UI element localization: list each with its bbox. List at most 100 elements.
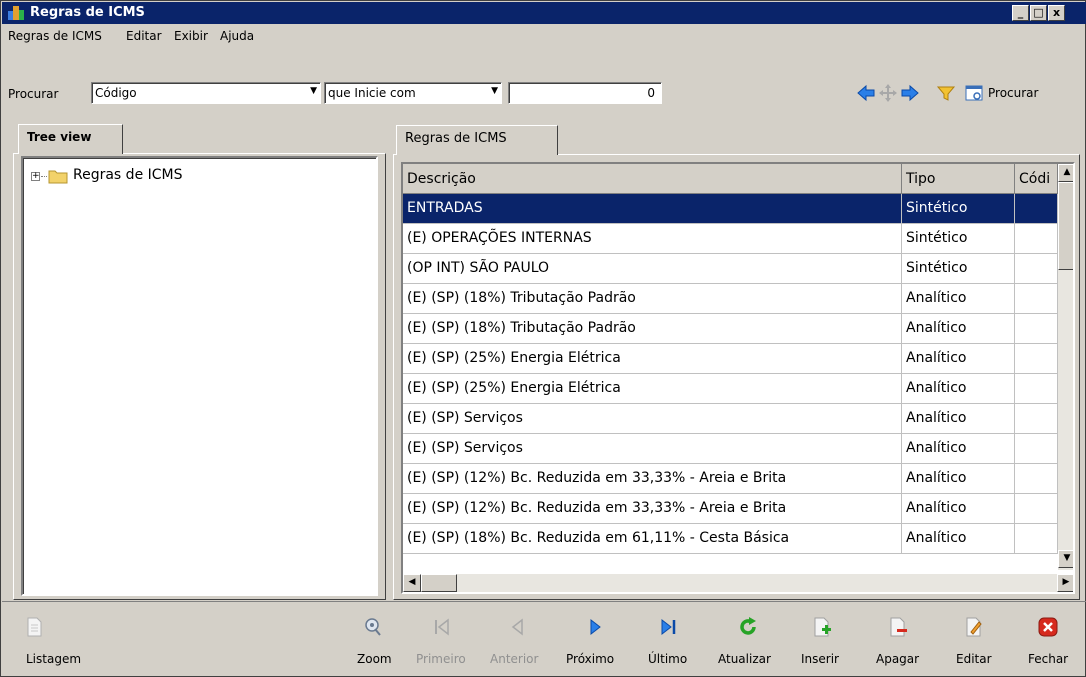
cell-tipo[interactable]: Analítico bbox=[902, 494, 1015, 524]
cell-descricao[interactable]: (E) OPERAÇÕES INTERNAS bbox=[403, 224, 902, 254]
column-header-tipo[interactable]: Tipo bbox=[902, 164, 1015, 194]
table-row[interactable]: (E) (SP) (25%) Energia Elétrica Analítico bbox=[403, 374, 1058, 404]
next-record-icon bbox=[590, 618, 601, 636]
search-window-icon[interactable] bbox=[964, 83, 984, 103]
cell-descricao[interactable]: (E) (SP) (18%) Tributação Padrão bbox=[403, 284, 902, 314]
arrow-right-icon[interactable] bbox=[900, 83, 920, 103]
inserir-button[interactable]: Inserir bbox=[794, 616, 850, 672]
table-row[interactable]: (E) (SP) (18%) Tributação Padrão Analític… bbox=[403, 284, 1058, 314]
primeiro-label: Primeiro bbox=[416, 652, 466, 666]
scroll-left-button[interactable]: ◀ bbox=[403, 574, 421, 592]
menu-ajuda[interactable]: Ajuda bbox=[220, 29, 254, 43]
scroll-thumb[interactable] bbox=[1058, 182, 1073, 270]
atualizar-button[interactable]: Atualizar bbox=[712, 616, 784, 672]
tree-expander[interactable]: + bbox=[31, 172, 40, 181]
editar-button[interactable]: Editar bbox=[946, 616, 1002, 672]
cell-descricao[interactable]: (E) (SP) (18%) Bc. Reduzida em 61,11% - … bbox=[403, 524, 902, 554]
menu-exibir[interactable]: Exibir bbox=[174, 29, 208, 43]
listagem-button[interactable]: Listagem bbox=[6, 616, 86, 672]
cell-descricao[interactable]: (E) (SP) (25%) Energia Elétrica bbox=[403, 344, 902, 374]
proximo-button[interactable]: Próximo bbox=[562, 616, 628, 672]
tab-tree-view[interactable]: Tree view bbox=[18, 124, 123, 154]
tree-node-label[interactable]: Regras de ICMS bbox=[73, 167, 183, 183]
scroll-up-button[interactable]: ▲ bbox=[1058, 164, 1073, 182]
cell-tipo[interactable]: Analítico bbox=[902, 404, 1015, 434]
close-window-button[interactable]: x bbox=[1048, 5, 1065, 21]
move-cross-icon[interactable] bbox=[878, 83, 898, 103]
vertical-scrollbar[interactable]: ▲ ▼ bbox=[1058, 164, 1073, 570]
cell-codigo[interactable] bbox=[1015, 494, 1058, 524]
cell-codigo[interactable] bbox=[1015, 374, 1058, 404]
tree-view[interactable]: + Regras de ICMS bbox=[21, 156, 378, 596]
anterior-button[interactable]: Anterior bbox=[486, 616, 550, 672]
primeiro-button[interactable]: Primeiro bbox=[412, 616, 472, 672]
cell-tipo[interactable]: Analítico bbox=[902, 374, 1015, 404]
cell-descricao[interactable]: (E) (SP) (18%) Tributação Padrão bbox=[403, 314, 902, 344]
menu-editar[interactable]: Editar bbox=[126, 29, 162, 43]
table-row[interactable]: (E) (SP) (12%) Bc. Reduzida em 33,33% - … bbox=[403, 494, 1058, 524]
scroll-down-button[interactable]: ▼ bbox=[1058, 550, 1073, 568]
column-header-descricao[interactable]: Descrição bbox=[403, 164, 902, 194]
cell-codigo[interactable] bbox=[1015, 524, 1058, 554]
cell-codigo[interactable] bbox=[1015, 344, 1058, 374]
menu-regras-de-icms[interactable]: Regras de ICMS bbox=[8, 29, 102, 43]
ultimo-button[interactable]: Último bbox=[642, 616, 694, 672]
fechar-button[interactable]: Fechar bbox=[1020, 616, 1076, 672]
table-row[interactable]: (E) (SP) (18%) Bc. Reduzida em 61,11% - … bbox=[403, 524, 1058, 554]
search-field-select[interactable]: Código ▼ bbox=[91, 82, 321, 104]
cell-tipo[interactable]: Analítico bbox=[902, 524, 1015, 554]
maximize-button[interactable]: □ bbox=[1030, 5, 1047, 21]
cell-codigo[interactable] bbox=[1015, 404, 1058, 434]
cell-descricao[interactable]: (E) (SP) Serviços bbox=[403, 404, 902, 434]
table-row[interactable]: (E) OPERAÇÕES INTERNAS Sintético bbox=[403, 224, 1058, 254]
cell-descricao-text: ENTRADAS bbox=[407, 200, 483, 216]
cell-codigo[interactable] bbox=[1015, 464, 1058, 494]
cell-tipo[interactable]: Sintético bbox=[902, 224, 1015, 254]
filter-icon[interactable] bbox=[936, 83, 956, 103]
cell-codigo[interactable] bbox=[1015, 224, 1058, 254]
cell-descricao[interactable]: (E) (SP) (25%) Energia Elétrica bbox=[403, 374, 902, 404]
cell-tipo[interactable]: Analítico bbox=[902, 434, 1015, 464]
cell-tipo[interactable]: Analítico bbox=[902, 344, 1015, 374]
cell-tipo[interactable]: Sintético bbox=[902, 254, 1015, 284]
table-row[interactable]: (E) (SP) (18%) Tributação Padrão Analític… bbox=[403, 314, 1058, 344]
cell-codigo[interactable] bbox=[1015, 284, 1058, 314]
table-row[interactable]: ENTRADAS Sintético bbox=[403, 194, 1058, 224]
cell-descricao-text: (E) (SP) Serviços bbox=[407, 440, 523, 456]
cell-codigo[interactable] bbox=[1015, 254, 1058, 284]
table-row[interactable]: (E) (SP) (25%) Energia Elétrica Analítico bbox=[403, 344, 1058, 374]
search-value-input[interactable]: 0 bbox=[508, 82, 662, 104]
chevron-down-icon: ▼ bbox=[310, 86, 317, 96]
search-operator-select[interactable]: que Inicie com ▼ bbox=[324, 82, 502, 104]
cell-descricao[interactable]: (E) (SP) (12%) Bc. Reduzida em 33,33% - … bbox=[403, 494, 902, 524]
table-row[interactable]: (E) (SP) (12%) Bc. Reduzida em 33,33% - … bbox=[403, 464, 1058, 494]
cell-tipo[interactable]: Analítico bbox=[902, 284, 1015, 314]
table-row[interactable]: (E) (SP) Serviços Analítico bbox=[403, 404, 1058, 434]
table-row[interactable]: (OP INT) SÃO PAULO Sintético bbox=[403, 254, 1058, 284]
cell-descricao[interactable]: (OP INT) SÃO PAULO bbox=[403, 254, 902, 284]
scroll-right-button[interactable]: ▶ bbox=[1057, 574, 1073, 592]
cell-descricao[interactable]: (E) (SP) Serviços bbox=[403, 434, 902, 464]
cell-tipo-text: Analítico bbox=[906, 500, 967, 516]
cell-tipo[interactable]: Analítico bbox=[902, 464, 1015, 494]
cell-descricao[interactable]: ENTRADAS bbox=[403, 194, 902, 224]
first-record-icon bbox=[435, 618, 449, 636]
cell-codigo[interactable] bbox=[1015, 314, 1058, 344]
zoom-button[interactable]: Zoom bbox=[347, 616, 397, 672]
table-row[interactable]: (E) (SP) Serviços Analítico bbox=[403, 434, 1058, 464]
hscroll-thumb[interactable] bbox=[421, 574, 457, 592]
arrow-left-icon[interactable] bbox=[856, 83, 876, 103]
cell-codigo[interactable] bbox=[1015, 434, 1058, 464]
search-value-text: 0 bbox=[647, 86, 655, 100]
column-header-codigo[interactable]: Códi bbox=[1015, 164, 1058, 194]
tab-regras-de-icms[interactable]: Regras de ICMS bbox=[396, 125, 558, 155]
cell-descricao[interactable]: (E) (SP) (12%) Bc. Reduzida em 33,33% - … bbox=[403, 464, 902, 494]
find-button[interactable]: Procurar bbox=[988, 86, 1038, 100]
minimize-button[interactable]: _ bbox=[1012, 5, 1029, 21]
horizontal-scrollbar[interactable]: ◀ ▶ bbox=[403, 574, 1073, 592]
cell-tipo[interactable]: Sintético bbox=[902, 194, 1015, 224]
title-bar[interactable]: Regras de ICMS _ □ x bbox=[2, 2, 1086, 24]
apagar-button[interactable]: Apagar bbox=[868, 616, 928, 672]
cell-codigo[interactable] bbox=[1015, 194, 1058, 224]
cell-tipo[interactable]: Analítico bbox=[902, 314, 1015, 344]
